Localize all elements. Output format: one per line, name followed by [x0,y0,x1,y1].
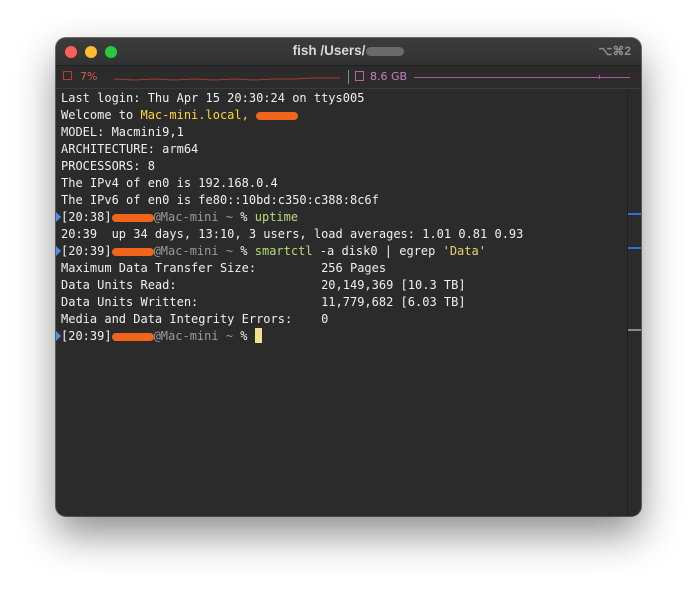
redacted-username [111,213,154,222]
cpu-graph [114,77,340,81]
prompt-host: @Mac-mini [153,329,219,343]
hostname-text: Mac-mini.local, [140,108,249,122]
title-bar[interactable]: fish /Users/ ⌥⌘2 [56,38,641,66]
command-text: uptime [254,210,299,224]
terminal-line: Last login: Thu Apr 15 20:30:24 on ttys0… [61,91,365,105]
command-string: 'Data' [442,244,486,258]
window-title: fish /Users/ [56,43,641,58]
redacted-username [111,332,154,341]
terminal-line: Media and Data Integrity Errors: 0 [61,312,329,326]
terminal-output[interactable]: Last login: Thu Apr 15 20:30:24 on ttys0… [56,90,628,516]
scroll-mark [628,329,641,331]
welcome-text: Welcome to [61,108,141,122]
prompt-time: [20:38] [61,210,112,224]
terminal-line: Maximum Data Transfer Size: 256 Pages [61,261,387,275]
prompt-line: [20:39] @Mac-mini ~ % smartctl -a disk0 |… [61,243,486,260]
prompt-line: [20:39] @Mac-mini ~ % [61,328,262,345]
prompt-host: @Mac-mini [153,244,219,258]
scrollbar[interactable] [627,90,641,516]
prompt-symbol: % [240,210,255,224]
text-cursor [254,328,262,343]
cpu-icon [63,71,72,80]
scroll-mark [628,213,641,215]
prompt-symbol: % [240,244,255,258]
memory-usage: 8.6 GB [370,70,408,83]
memory-graph [414,77,630,78]
terminal-line: PROCESSORS: 8 [61,159,155,173]
tab-shortcut: ⌥⌘2 [598,44,631,58]
prompt-line: [20:38] @Mac-mini ~ % uptime [61,209,298,226]
terminal-line: The IPv6 of en0 is fe80::10bd:c350:c388:… [61,193,379,207]
prompt-path: ~ [218,210,241,224]
prompt-time: [20:39] [61,244,112,258]
prompt-time: [20:39] [61,329,112,343]
prompt-path: ~ [218,329,241,343]
prompt-symbol: % [240,329,255,343]
redacted-username [366,46,405,56]
status-separator [348,70,349,84]
terminal-line: ARCHITECTURE: arm64 [61,142,199,156]
prompt-host: @Mac-mini [153,210,219,224]
terminal-line: Data Units Read: 20,149,369 [10.3 TB] [61,278,466,292]
terminal-line: MODEL: Macmini9,1 [61,125,184,139]
memory-icon [355,71,364,81]
terminal-window: fish /Users/ ⌥⌘2 7% 8.6 GB Last login: T… [56,38,641,516]
command-text: smartctl [254,244,313,258]
status-bar: 7% 8.6 GB [56,66,641,89]
terminal-line: The IPv4 of en0 is 192.168.0.4 [61,176,278,190]
prompt-path: ~ [218,244,241,258]
command-args: -a disk0 | egrep [312,244,443,258]
redacted-username [111,247,154,256]
terminal-line: 20:39 up 34 days, 13:10, 3 users, load a… [61,227,524,241]
terminal-line: Welcome to Mac-mini.local, [61,107,299,124]
title-text: fish /Users/ [292,43,366,58]
terminal-line: Data Units Written: 11,779,682 [6.03 TB] [61,295,466,309]
redacted-username [256,111,299,120]
memory-graph-tick [599,75,600,79]
cpu-usage: 7% [80,70,98,83]
scroll-mark [628,247,641,249]
